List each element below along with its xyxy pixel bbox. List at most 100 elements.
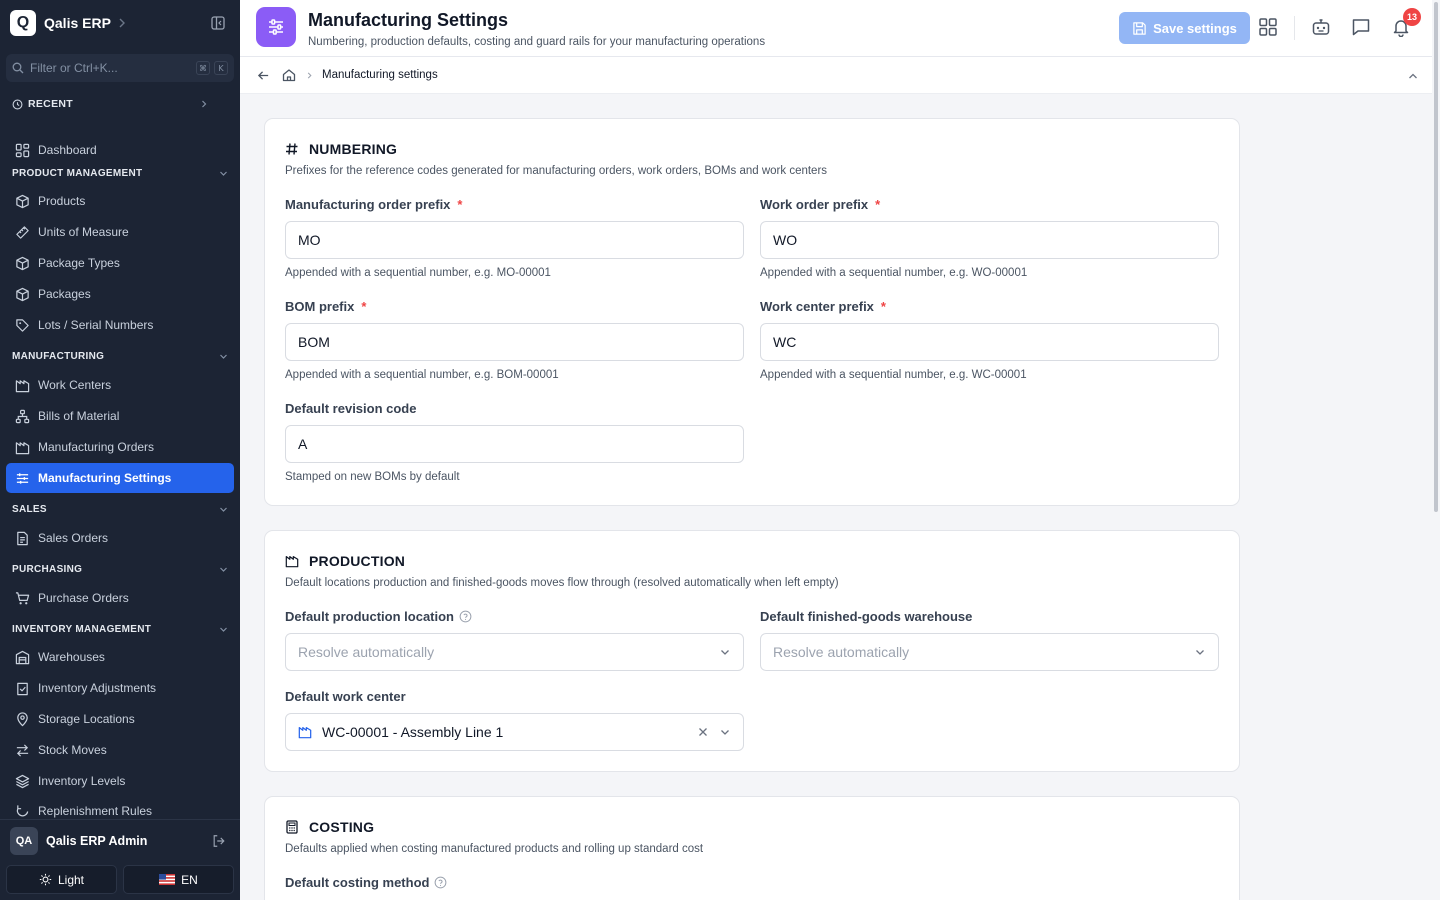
- bom-prefix-help: Appended with a sequential number, e.g. …: [285, 369, 559, 381]
- save-label: Save settings: [1153, 20, 1237, 36]
- sidebar-item-units-of-measure[interactable]: Units of Measure: [6, 217, 234, 247]
- settings-sliders-icon: [256, 7, 296, 47]
- sidebar-item-dashboard[interactable]: Dashboard: [6, 135, 234, 165]
- sidebar-item-storage-locations[interactable]: Storage Locations: [6, 704, 234, 734]
- section-manufacturing[interactable]: MANUFACTURING: [12, 351, 228, 362]
- numbering-card: NUMBERING Prefixes for the reference cod…: [264, 118, 1240, 506]
- section-heading: COSTING: [309, 819, 375, 835]
- language-button[interactable]: EN: [123, 865, 234, 894]
- sun-icon: [39, 873, 52, 886]
- sliders-icon: [16, 472, 29, 484]
- robot-icon[interactable]: [1311, 17, 1331, 37]
- user-profile[interactable]: QA Qalis ERP Admin: [10, 827, 226, 855]
- recent-toggle[interactable]: RECENT: [12, 98, 208, 110]
- theme-toggle-button[interactable]: Light: [6, 865, 117, 894]
- calculator-icon: [286, 820, 298, 834]
- chevron-right-icon: [202, 100, 207, 108]
- help-circle-icon[interactable]: [459, 610, 472, 623]
- select-value: Resolve automatically: [298, 644, 435, 660]
- clock-icon: [12, 99, 23, 109]
- sidebar-item-label: Inventory Adjustments: [38, 681, 157, 695]
- chevron-up-icon[interactable]: [1408, 71, 1418, 81]
- wo-prefix-help: Appended with a sequential number, e.g. …: [760, 267, 1028, 279]
- sidebar-item-label: Warehouses: [38, 650, 105, 664]
- sidebar-item-label: Inventory Levels: [38, 774, 126, 788]
- production-location-select[interactable]: Resolve automatically: [285, 633, 744, 671]
- language-label: EN: [181, 872, 198, 887]
- recent-label: RECENT: [28, 98, 73, 110]
- sidebar-item-stock-moves[interactable]: Stock Moves: [6, 735, 234, 765]
- sidebar-item-packages[interactable]: Packages: [6, 279, 234, 309]
- section-purchasing[interactable]: PURCHASING: [12, 564, 228, 575]
- back-arrow-icon[interactable]: [257, 69, 270, 82]
- app-name: Qalis ERP: [44, 15, 111, 31]
- box-icon: [16, 256, 29, 270]
- app-logo: Q: [10, 10, 36, 36]
- sidebar-item-label: Bills of Material: [38, 409, 120, 423]
- sidebar-item-work-centers[interactable]: Work Centers: [6, 370, 234, 400]
- sidebar-item-manufacturing-orders[interactable]: Manufacturing Orders: [6, 432, 234, 462]
- save-settings-button[interactable]: Save settings: [1119, 12, 1250, 44]
- label-text: Default work center: [285, 689, 406, 704]
- sidebar-item-bills-of-material[interactable]: Bills of Material: [6, 401, 234, 431]
- sidebar-item-lots[interactable]: Lots / Serial Numbers: [6, 310, 234, 340]
- logout-icon[interactable]: [212, 834, 226, 848]
- clear-icon[interactable]: [697, 726, 709, 738]
- label-text: BOM prefix: [285, 299, 355, 314]
- sidebar-item-package-types[interactable]: Package Types: [6, 248, 234, 278]
- sidebar-item-label: Lots / Serial Numbers: [38, 318, 154, 332]
- label-text: Work order prefix: [760, 197, 869, 212]
- factory-icon: [298, 727, 312, 739]
- sidebar-filter[interactable]: Filter or Ctrl+K... ⌘ K: [6, 54, 234, 82]
- sidebar-collapse-icon[interactable]: [211, 16, 225, 30]
- sidebar-item-manufacturing-settings[interactable]: Manufacturing Settings: [6, 463, 234, 493]
- brand[interactable]: Q Qalis ERP: [10, 10, 127, 36]
- hash-icon: [286, 143, 298, 155]
- sidebar-item-warehouses[interactable]: Warehouses: [6, 642, 234, 672]
- kbd-k: K: [214, 61, 228, 75]
- home-icon[interactable]: [282, 68, 296, 82]
- chevron-down-icon: [721, 650, 729, 655]
- section-sales[interactable]: SALES: [12, 504, 228, 515]
- bom-prefix-label: BOM prefix *: [285, 299, 366, 314]
- sidebar-item-label: Manufacturing Orders: [38, 440, 155, 454]
- sidebar-item-label: Manufacturing Settings: [38, 471, 172, 485]
- section-inventory-management[interactable]: INVENTORY MANAGEMENT: [12, 624, 228, 635]
- mo-prefix-label: Manufacturing order prefix *: [285, 197, 462, 212]
- help-circle-icon[interactable]: [434, 876, 447, 889]
- scrollbar-thumb[interactable]: [1434, 2, 1438, 512]
- chat-icon[interactable]: [1351, 17, 1371, 37]
- sidebar-item-products[interactable]: Products: [6, 186, 234, 216]
- section-heading: PRODUCTION: [309, 553, 406, 569]
- chevron-down-icon: [1196, 650, 1204, 655]
- sidebar-item-inventory-adjustments[interactable]: Inventory Adjustments: [6, 673, 234, 703]
- revision-code-input[interactable]: [285, 425, 744, 463]
- map-pin-icon: [17, 711, 28, 726]
- sidebar-item-purchase-orders[interactable]: Purchase Orders: [6, 583, 234, 613]
- section-product-management[interactable]: PRODUCT MANAGEMENT: [12, 168, 228, 179]
- wo-prefix-input[interactable]: [760, 221, 1219, 259]
- label-text: Manufacturing order prefix: [285, 197, 451, 212]
- costing-description: Defaults applied when costing manufactur…: [285, 843, 704, 855]
- factory-icon: [285, 556, 299, 568]
- sidebar-item-replenishment-rules[interactable]: Replenishment Rules: [6, 797, 234, 819]
- costing-method-label: Default costing method: [285, 875, 447, 890]
- work-center-select[interactable]: WC-00001 - Assembly Line 1: [285, 713, 744, 751]
- main-area: Manufacturing Settings Numbering, produc…: [240, 0, 1440, 900]
- ruler-icon: [16, 225, 29, 239]
- label-text: Default costing method: [285, 875, 430, 890]
- apps-grid-icon[interactable]: [1258, 17, 1278, 37]
- mo-prefix-input[interactable]: [285, 221, 744, 259]
- costing-card: COSTING Defaults applied when costing ma…: [264, 796, 1240, 900]
- user-name: Qalis ERP Admin: [46, 834, 148, 848]
- notification-badge: 13: [1403, 8, 1421, 26]
- label-text: Default revision code: [285, 401, 417, 416]
- chevron-down-icon: [220, 627, 227, 632]
- finished-goods-select[interactable]: Resolve automatically: [760, 633, 1219, 671]
- sidebar-item-sales-orders[interactable]: Sales Orders: [6, 523, 234, 553]
- bom-prefix-input[interactable]: [285, 323, 744, 361]
- sidebar-item-inventory-levels[interactable]: Inventory Levels: [6, 766, 234, 796]
- required-marker: *: [875, 197, 881, 212]
- wc-prefix-input[interactable]: [760, 323, 1219, 361]
- chevron-down-icon: [220, 354, 227, 359]
